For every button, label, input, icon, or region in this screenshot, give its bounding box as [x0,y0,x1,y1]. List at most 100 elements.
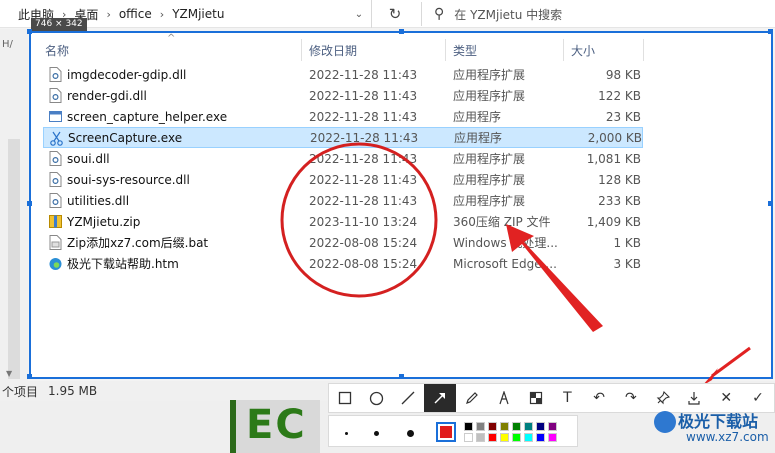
file-type: 应用程序扩展 [453,173,526,187]
file-size: 1,081 KB [586,151,641,166]
crumb-yzmjietu[interactable]: YZMjietu [172,7,224,21]
color-swatch[interactable] [488,433,497,442]
column-header-size[interactable]: 大小 [571,39,595,61]
column-divider[interactable] [301,39,302,61]
file-name: soui.dll [67,151,110,166]
mosaic-icon[interactable] [520,384,552,412]
capture-size-label: 746 × 342 [31,18,87,31]
color-swatch[interactable] [476,433,485,442]
file-type: 应用程序扩展 [453,152,526,166]
refresh-icon[interactable]: ↻ [380,3,410,25]
file-type: 360压缩 ZIP 文件 [453,215,551,229]
file-name: YZMjietu.zip [67,214,141,229]
file-name: ScreenCapture.exe [68,130,183,145]
color-swatch[interactable] [536,422,545,431]
file-size: 1 KB [613,235,641,250]
brush-size-large[interactable] [401,424,419,442]
resize-handle[interactable] [768,201,773,206]
file-size: 98 KB [605,67,641,82]
file-size: 3 KB [613,256,641,271]
undo-icon[interactable]: ↶ [583,384,615,412]
file-name: imgdecoder-gdip.dll [67,67,187,82]
file-row[interactable]: YZMjietu.zip 2023-11-10 13:24 360压缩 ZIP 文件… [43,211,643,232]
column-header-date[interactable]: 修改日期 [309,39,357,61]
search-icon: ⚲ [434,6,445,22]
address-bar: 此电脑 › 桌面 › office › YZMjietu ⌄ ↻ ⚲ 在 YZM… [0,0,775,28]
resize-handle[interactable] [27,29,32,34]
column-header-type[interactable]: 类型 [453,39,477,61]
resize-handle[interactable] [27,201,32,206]
watermark: 极光下载站 www.xz7.com [650,408,775,448]
dll-file-icon [49,67,62,82]
color-swatch[interactable] [464,433,473,442]
file-row[interactable]: render-gdi.dll 2022-11-28 11:43 应用程序扩展 122 … [43,85,643,106]
file-row[interactable]: screen_capture_helper.exe 2022-11-28 11:4… [43,106,643,127]
brush-size-medium[interactable] [367,424,385,442]
selected-color[interactable] [436,422,456,442]
ellipse-icon[interactable] [361,384,393,412]
file-row[interactable]: utilities.dll 2022-11-28 11:43 应用程序扩展 233 K… [43,190,643,211]
rectangle-icon[interactable] [329,384,361,412]
file-date: 2022-11-28 11:43 [309,67,418,82]
file-row[interactable]: 极光下载站帮助.htm 2022-08-08 15:24 Microsoft Edg… [43,253,643,274]
background-logo: EC [230,400,320,453]
line-icon[interactable] [393,384,425,412]
file-date: 2022-11-28 11:43 [310,130,419,145]
nav-scrollbar[interactable] [8,139,20,379]
file-name: utilities.dll [67,193,130,208]
watermark-title: 极光下载站 [678,412,759,431]
text-icon[interactable]: T [551,384,583,412]
color-swatch[interactable] [512,433,521,442]
capture-region[interactable]: ^ 名称 修改日期 类型 大小 imgdecoder-gdip.dll 2022-… [27,29,773,379]
file-name: soui-sys-resource.dll [67,172,190,187]
screen: 此电脑 › 桌面 › office › YZMjietu ⌄ ↻ ⚲ 在 YZM… [0,0,775,453]
file-row[interactable]: soui.dll 2022-11-28 11:43 应用程序扩展 1,081 KB [43,148,643,169]
crumb-office[interactable]: office [119,7,152,21]
dll-file-icon [49,151,62,166]
file-row[interactable]: imgdecoder-gdip.dll 2022-11-28 11:43 应用程序扩… [43,64,643,85]
color-swatch[interactable] [524,433,533,442]
bat-file-icon [49,235,62,250]
marker-icon[interactable] [488,384,520,412]
file-row[interactable]: ScreenCapture.exe 2022-11-28 11:43 应用程序 2,0… [43,127,643,148]
chevron-down-icon[interactable]: ⌄ [346,0,372,28]
dll-file-icon [49,88,62,103]
file-size: 2,000 KB [587,130,642,145]
watermark-logo-icon [654,411,676,433]
file-date: 2022-11-28 11:43 [309,172,418,187]
brush-size-small[interactable] [337,424,355,442]
arrow-icon[interactable] [424,384,457,412]
color-swatch[interactable] [500,422,509,431]
redo-icon[interactable]: ↷ [615,384,647,412]
search-box[interactable]: ⚲ 在 YZMjietu 中搜索 [421,2,775,26]
nav-label: H/ [2,39,13,50]
column-divider[interactable] [643,39,644,61]
file-type: 应用程序扩展 [453,89,526,103]
resize-handle[interactable] [768,29,773,34]
file-date: 2022-11-28 11:43 [309,151,418,166]
color-swatch[interactable] [548,422,557,431]
color-swatch[interactable] [548,433,557,442]
resize-handle[interactable] [399,374,404,379]
column-divider[interactable] [563,39,564,61]
color-swatch[interactable] [464,422,473,431]
color-swatch[interactable] [500,433,509,442]
pencil-icon[interactable] [456,384,488,412]
resize-handle[interactable] [399,29,404,34]
resize-handle[interactable] [27,374,32,379]
scroll-down-icon[interactable]: ▼ [6,369,12,378]
file-size: 233 KB [598,193,641,208]
column-divider[interactable] [445,39,446,61]
dll-file-icon [49,193,62,208]
file-date: 2022-11-28 11:43 [309,109,418,124]
column-header-name[interactable]: 名称 [45,39,69,61]
color-swatch[interactable] [536,433,545,442]
file-date: 2022-08-08 15:24 [309,256,418,271]
file-row[interactable]: soui-sys-resource.dll 2022-11-28 11:43 应用程… [43,169,643,190]
color-swatch[interactable] [512,422,521,431]
color-swatch[interactable] [476,422,485,431]
file-row[interactable]: Zip添加xz7.com后缀.bat 2022-08-08 15:24 Window… [43,232,643,253]
color-swatch[interactable] [524,422,533,431]
file-type: 应用程序 [453,110,502,124]
color-swatch[interactable] [488,422,497,431]
